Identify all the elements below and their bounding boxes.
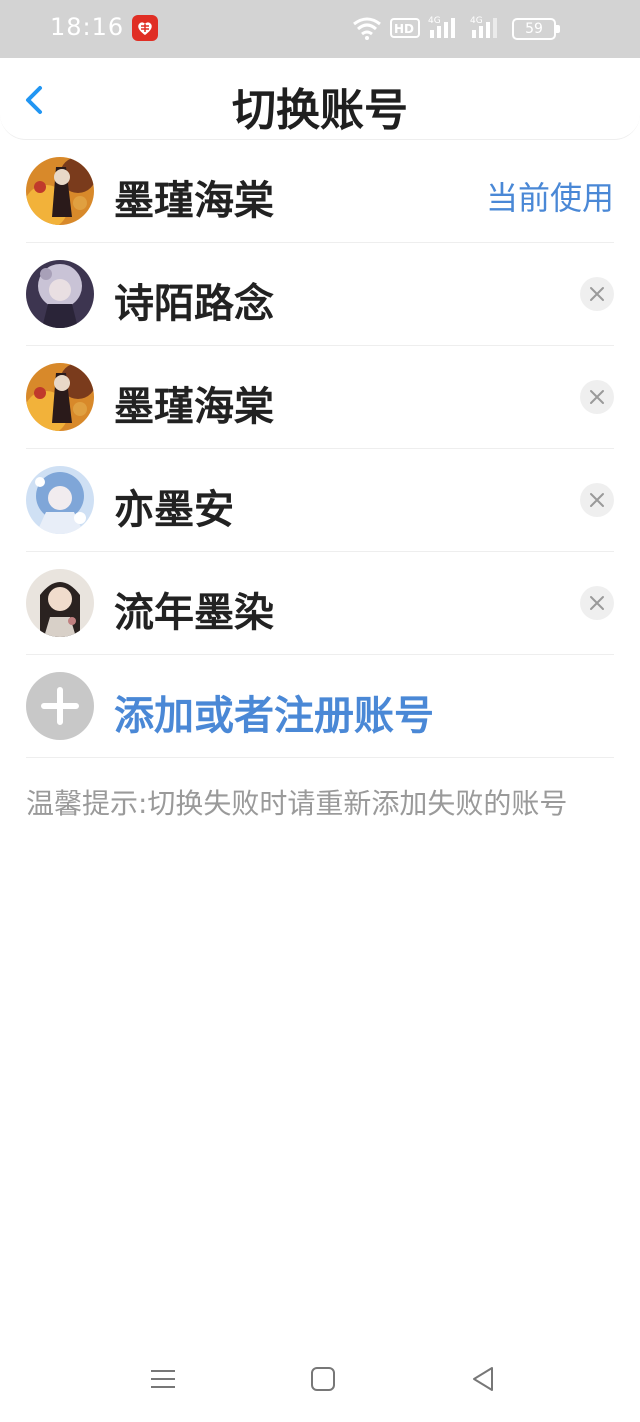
close-icon <box>590 493 604 507</box>
avatar <box>26 260 94 328</box>
svg-text:HD: HD <box>394 22 414 36</box>
account-name: 流年墨染 <box>114 590 274 636</box>
system-nav-bar <box>0 1350 640 1410</box>
account-name: 亦墨安 <box>114 487 234 533</box>
status-bar: 18:16 HD 4G 4G 59 <box>0 0 640 58</box>
battery-level: 59 <box>525 21 543 37</box>
hd-icon: HD <box>390 18 420 38</box>
account-row[interactable]: 流年墨染 <box>26 552 614 655</box>
close-icon <box>590 596 604 610</box>
battery-icon: 59 <box>512 18 560 40</box>
avatar <box>26 363 94 431</box>
signal-4g-icon-1: 4G <box>428 16 455 38</box>
avatar <box>26 157 94 225</box>
account-row[interactable]: 亦墨安 <box>26 449 614 552</box>
account-list: 墨瑾海棠 当前使用 诗陌路念 墨瑾海棠 亦墨安 流年墨染 添加或者注册账号 <box>0 140 640 758</box>
back-triangle-icon <box>473 1367 493 1391</box>
plus-icon <box>26 672 94 740</box>
avatar <box>26 569 94 637</box>
avatar <box>26 466 94 534</box>
account-row[interactable]: 墨瑾海棠 <box>26 346 614 449</box>
page-title: 切换账号 <box>232 85 408 136</box>
add-account-label: 添加或者注册账号 <box>114 693 434 739</box>
account-name: 诗陌路念 <box>114 281 274 327</box>
remove-account-button[interactable] <box>580 483 614 517</box>
status-time: 18:16 <box>50 13 125 41</box>
tip-text: 温馨提示:切换失败时请重新添加失败的账号 <box>26 787 568 820</box>
svg-text:4G: 4G <box>470 16 483 26</box>
remove-account-button[interactable] <box>580 586 614 620</box>
add-account-button[interactable]: 添加或者注册账号 <box>26 655 614 758</box>
svg-text:4G: 4G <box>428 16 441 26</box>
app-notification-icon <box>132 15 158 41</box>
close-icon <box>590 287 604 301</box>
account-row[interactable]: 诗陌路念 <box>26 243 614 346</box>
menu-button[interactable] <box>148 1364 178 1394</box>
menu-icon <box>151 1370 175 1388</box>
signal-4g-icon-2: 4G <box>470 16 497 38</box>
home-button[interactable] <box>308 1364 338 1394</box>
remove-account-button[interactable] <box>580 277 614 311</box>
account-row-current[interactable]: 墨瑾海棠 当前使用 <box>26 140 614 243</box>
home-icon <box>311 1367 335 1391</box>
account-name: 墨瑾海棠 <box>114 178 274 224</box>
back-nav-button[interactable] <box>468 1364 498 1394</box>
wifi-icon <box>353 17 381 40</box>
account-name: 墨瑾海棠 <box>114 384 274 430</box>
remove-account-button[interactable] <box>580 380 614 414</box>
close-icon <box>590 390 604 404</box>
header: 切换账号 <box>0 58 640 140</box>
current-account-label: 当前使用 <box>485 179 614 217</box>
